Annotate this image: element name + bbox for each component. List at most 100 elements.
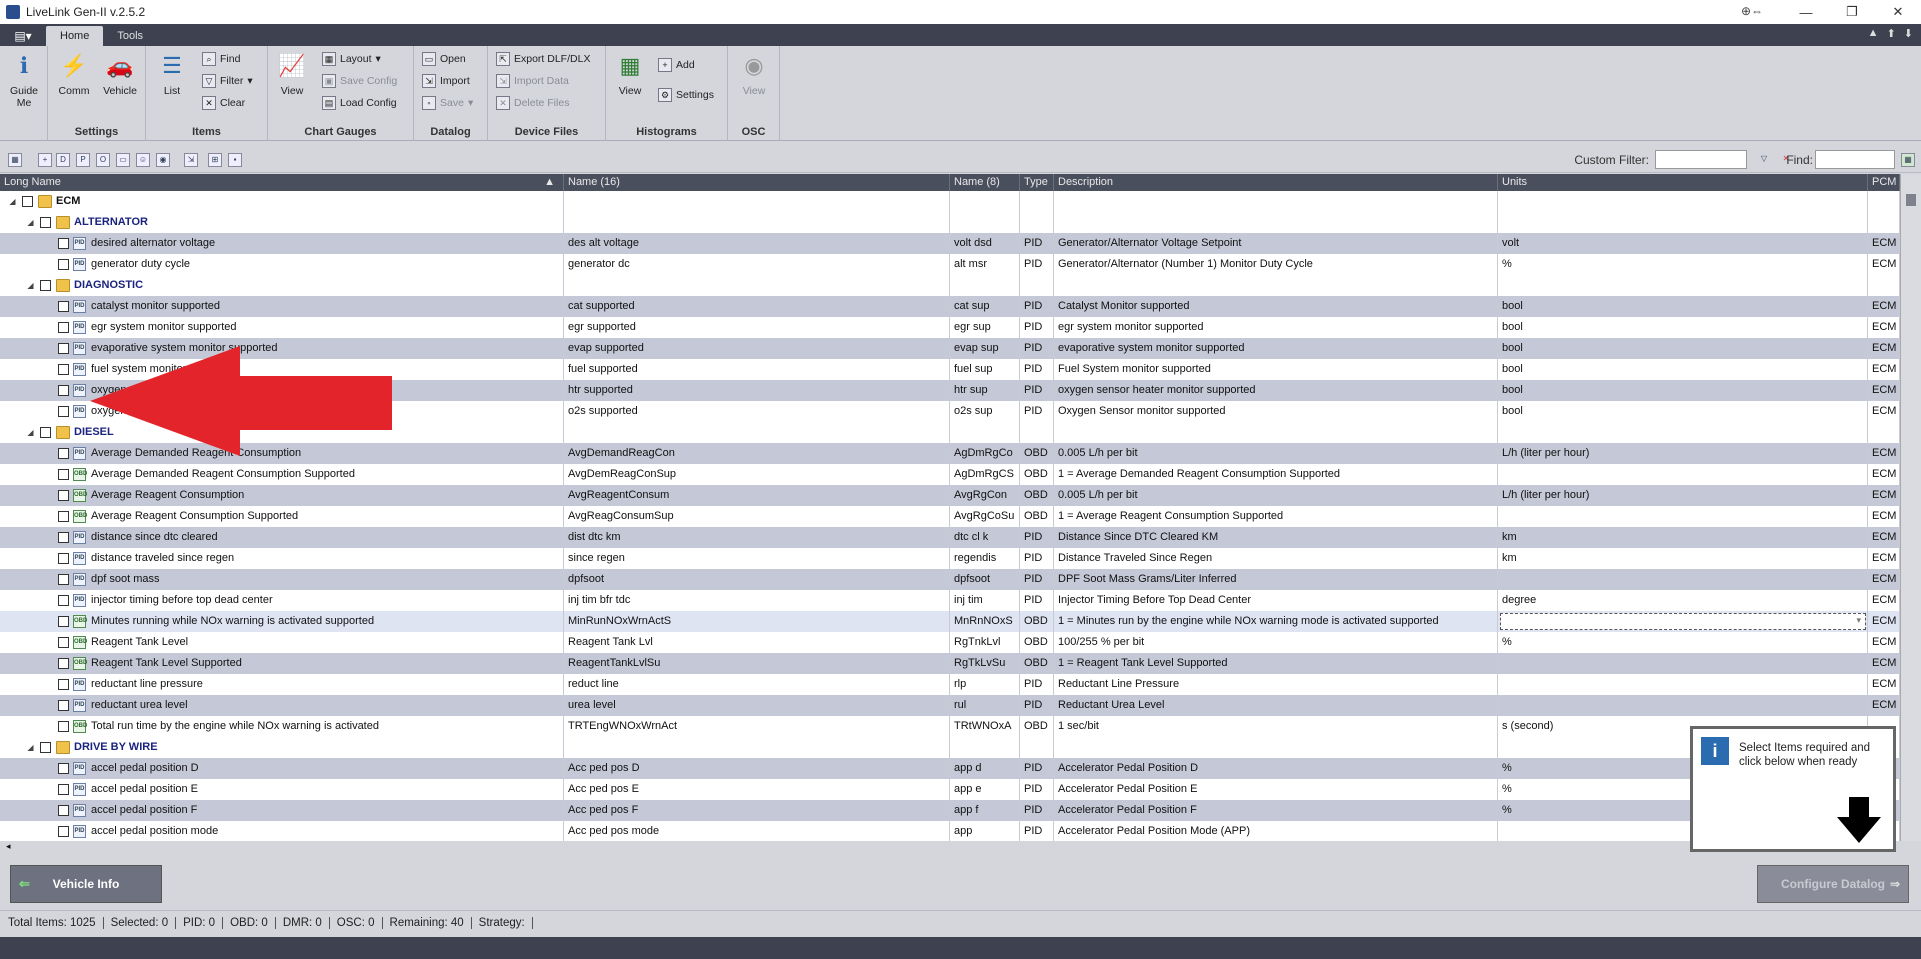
- table-row[interactable]: PID catalyst monitor supported cat support…: [0, 296, 1900, 317]
- checkbox[interactable]: [58, 784, 69, 795]
- import-icon[interactable]: ⇲: [184, 153, 198, 167]
- close-button[interactable]: ✕: [1875, 0, 1921, 24]
- col-pcm[interactable]: PCM: [1868, 174, 1900, 191]
- table-row[interactable]: PID reductant line pressure reduct line rlp…: [0, 674, 1900, 695]
- folder-icon[interactable]: ▭: [116, 153, 130, 167]
- checkbox[interactable]: [40, 280, 51, 291]
- scroll-thumb[interactable]: [1906, 194, 1916, 206]
- obd-icon[interactable]: O: [96, 153, 110, 167]
- checkbox[interactable]: [58, 469, 69, 480]
- table-row[interactable]: OBD Reagent Tank Level Supported ReagentTa…: [0, 653, 1900, 674]
- table-row[interactable]: PID desired alternator voltage des alt vol…: [0, 233, 1900, 254]
- osc-icon[interactable]: ◉: [156, 153, 170, 167]
- table-row[interactable]: OBD Reagent Tank Level Reagent Tank Lvl RgT…: [0, 632, 1900, 653]
- import-button[interactable]: ⇲ Import: [422, 72, 470, 90]
- filter-button[interactable]: ▽ Filter ▾: [202, 72, 253, 90]
- new-icon[interactable]: +: [38, 153, 52, 167]
- find-button[interactable]: ⌕ Find: [202, 50, 240, 68]
- select-all-icon[interactable]: ▦: [8, 153, 22, 167]
- grid-options-icon[interactable]: ▦: [1901, 153, 1915, 167]
- collapse-ribbon-icon[interactable]: ▲: [1868, 27, 1879, 40]
- vehicle-button[interactable]: 🚗 Vehicle: [98, 50, 142, 97]
- find-input[interactable]: [1815, 150, 1895, 169]
- collapse-icon[interactable]: ◢: [26, 428, 35, 437]
- checkbox[interactable]: [58, 259, 69, 270]
- checkbox[interactable]: [40, 742, 51, 753]
- checkbox[interactable]: [58, 553, 69, 564]
- checkbox[interactable]: [58, 721, 69, 732]
- collapse-icon[interactable]: ◢: [26, 743, 35, 752]
- table-row[interactable]: PID reductant urea level urea level rul PID R…: [0, 695, 1900, 716]
- save-icon[interactable]: ▪: [228, 153, 242, 167]
- checkbox[interactable]: [40, 427, 51, 438]
- comm-button[interactable]: ⚡ Comm: [52, 50, 96, 97]
- osc-view-button[interactable]: ◉ View: [732, 50, 776, 97]
- col-name8[interactable]: Name (8): [950, 174, 1020, 191]
- checkbox[interactable]: [58, 658, 69, 669]
- save-config-button[interactable]: ▣ Save Config: [322, 72, 397, 90]
- col-description[interactable]: Description: [1054, 174, 1498, 191]
- checkbox[interactable]: [58, 616, 69, 627]
- checkbox[interactable]: [58, 700, 69, 711]
- configure-datalog-button[interactable]: Configure Datalog ⇒: [1757, 865, 1909, 903]
- horizontal-scrollbar[interactable]: ◂: [0, 841, 1900, 853]
- tab-home[interactable]: Home: [46, 26, 104, 46]
- checkbox[interactable]: [58, 679, 69, 690]
- user-icon[interactable]: ☺: [136, 153, 150, 167]
- table-row[interactable]: PID accel pedal position E Acc ped pos Eap…: [0, 779, 1900, 800]
- guide-me-button[interactable]: ℹ Guide Me: [2, 50, 46, 109]
- table-row[interactable]: PID distance traveled since regen since re…: [0, 548, 1900, 569]
- col-type[interactable]: Type: [1020, 174, 1054, 191]
- layout-button[interactable]: ▦ Layout ▾: [322, 50, 381, 68]
- checkbox[interactable]: [22, 196, 33, 207]
- vertical-scrollbar[interactable]: [1900, 174, 1921, 841]
- load-config-button[interactable]: ▤ Load Config: [322, 94, 397, 112]
- checkbox[interactable]: [58, 406, 69, 417]
- group-row[interactable]: ◢ ALTERNATOR: [0, 212, 1900, 233]
- table-row[interactable]: OBD Average Reagent Consumption Supported…: [0, 506, 1900, 527]
- table-row[interactable]: PID accel pedal position D Acc ped pos Dap…: [0, 758, 1900, 779]
- checkbox[interactable]: [58, 574, 69, 585]
- tab-tools[interactable]: Tools: [103, 26, 157, 46]
- checkbox[interactable]: [58, 238, 69, 249]
- table-row[interactable]: PID accel pedal position F Acc ped pos Fap…: [0, 800, 1900, 821]
- custom-filter-input[interactable]: [1655, 150, 1747, 169]
- units-dropdown[interactable]: ▾: [1500, 613, 1866, 630]
- checkbox[interactable]: [58, 637, 69, 648]
- table-row[interactable]: PID distance since dtc cleared dist dtc km…: [0, 527, 1900, 548]
- checkbox[interactable]: [58, 511, 69, 522]
- checkbox[interactable]: [40, 217, 51, 228]
- minimize-button[interactable]: —: [1783, 0, 1829, 24]
- dmr-icon[interactable]: D: [56, 153, 70, 167]
- save-button[interactable]: ▪ Save ▾: [422, 94, 473, 112]
- col-long-name[interactable]: Long Name ▲: [0, 174, 564, 191]
- table-row[interactable]: PID injector timing before top dead cente…: [0, 590, 1900, 611]
- chart-view-button[interactable]: 📈 View: [270, 50, 314, 97]
- checkbox[interactable]: [58, 385, 69, 396]
- open-button[interactable]: ▭ Open: [422, 50, 466, 68]
- histogram-settings-button[interactable]: ⚙ Settings: [658, 86, 714, 104]
- group-row[interactable]: ◢ DIAGNOSTIC: [0, 275, 1900, 296]
- list-button[interactable]: ☰ List: [150, 50, 194, 97]
- export-button[interactable]: ⇱ Export DLF/DLX: [496, 50, 590, 68]
- col-units[interactable]: Units: [1498, 174, 1868, 191]
- table-row[interactable]: PID dpf soot mass dpfsoot dpfsoot PID DPF Soo…: [0, 569, 1900, 590]
- histogram-view-button[interactable]: ▦ View: [608, 50, 652, 97]
- table-row[interactable]: OBD Average Reagent Consumption AvgReagent…: [0, 485, 1900, 506]
- checkbox[interactable]: [58, 448, 69, 459]
- filter-icon[interactable]: ▽: [1757, 153, 1771, 167]
- app-menu-button[interactable]: ▤▾: [0, 26, 46, 46]
- checkbox[interactable]: [58, 490, 69, 501]
- checkbox[interactable]: [58, 364, 69, 375]
- table-row[interactable]: OBD Average Demanded Reagent Consumption …: [0, 464, 1900, 485]
- checkbox[interactable]: [58, 532, 69, 543]
- vehicle-info-button[interactable]: ⇐ Vehicle Info: [10, 865, 162, 903]
- delete-files-button[interactable]: ✕ Delete Files: [496, 94, 569, 112]
- checkbox[interactable]: [58, 322, 69, 333]
- table-row[interactable]: PID accel pedal position mode Acc ped pos …: [0, 821, 1900, 841]
- checkbox[interactable]: [58, 826, 69, 837]
- pid-icon[interactable]: P: [76, 153, 90, 167]
- scroll-left-icon[interactable]: ◂: [6, 841, 11, 852]
- checkbox[interactable]: [58, 805, 69, 816]
- add-button[interactable]: + Add: [658, 56, 695, 74]
